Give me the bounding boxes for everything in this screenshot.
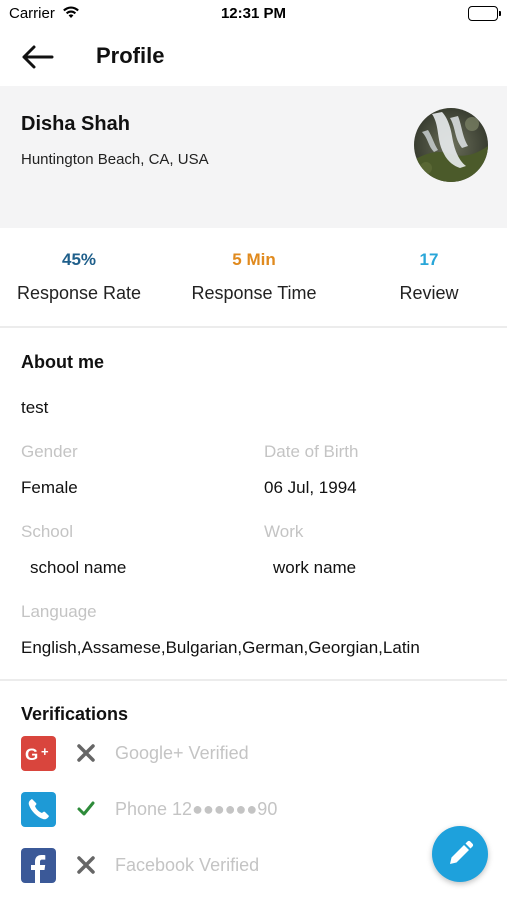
battery-icon xyxy=(468,6,501,21)
work-label: Work xyxy=(264,522,304,541)
phone-icon xyxy=(21,792,56,827)
verification-label: Facebook Verified xyxy=(115,855,260,875)
pencil-icon xyxy=(450,840,474,864)
page-title: Profile xyxy=(96,43,165,68)
verification-label: Phone 12●●●●●●90 xyxy=(115,799,278,819)
clock: 12:31 PM xyxy=(220,5,287,22)
gender-label: Gender xyxy=(21,442,78,461)
verification-label: Google+ Verified xyxy=(115,743,249,763)
stat-value: 45% xyxy=(61,250,97,269)
verification-google: G + Google+ Verified xyxy=(0,736,507,776)
stat-response-time: 5 Min Response Time xyxy=(169,250,339,304)
svg-text:+: + xyxy=(41,744,49,759)
status-bar: Carrier 12:31 PM xyxy=(0,0,507,30)
school-value: school name xyxy=(30,558,127,577)
work-value: work name xyxy=(273,558,357,577)
user-location: Huntington Beach, CA, USA xyxy=(21,151,209,168)
back-arrow-icon[interactable] xyxy=(20,42,56,72)
stat-review[interactable]: 17 Review xyxy=(344,250,507,304)
edit-profile-button[interactable] xyxy=(432,826,488,882)
stat-response-rate: 45% Response Rate xyxy=(0,250,164,304)
gender-value: Female xyxy=(21,478,78,497)
facebook-icon xyxy=(21,848,56,883)
nav-bar: Profile xyxy=(0,30,507,86)
stat-label: Response Time xyxy=(191,283,317,303)
stats-bar: 45% Response Rate 5 Min Response Time 17… xyxy=(0,228,507,328)
language-value: English,Assamese,Bulgarian,German,Georgi… xyxy=(21,638,420,657)
stat-value: 17 xyxy=(419,250,439,269)
verification-phone: Phone 12●●●●●●90 xyxy=(0,792,507,832)
school-label: School xyxy=(21,522,73,541)
svg-text:G: G xyxy=(25,745,38,764)
language-label: Language xyxy=(21,602,97,621)
profile-header: Disha Shah Huntington Beach, CA, USA xyxy=(0,86,507,228)
about-title: About me xyxy=(21,352,104,372)
stat-label: Review xyxy=(399,283,459,303)
stat-value: 5 Min xyxy=(232,250,276,269)
verification-facebook: Facebook Verified xyxy=(0,848,507,888)
stat-label: Response Rate xyxy=(16,283,142,303)
user-name: Disha Shah xyxy=(21,113,130,135)
dob-value: 06 Jul, 1994 xyxy=(264,478,357,497)
not-verified-x-icon xyxy=(76,743,96,763)
avatar[interactable] xyxy=(414,108,488,182)
section-divider xyxy=(0,679,507,681)
not-verified-x-icon xyxy=(76,855,96,875)
dob-label: Date of Birth xyxy=(264,442,359,461)
verified-check-icon xyxy=(76,799,96,819)
google-plus-icon: G + xyxy=(21,736,56,771)
verifications-title: Verifications xyxy=(21,704,129,724)
about-text: test xyxy=(21,398,49,417)
